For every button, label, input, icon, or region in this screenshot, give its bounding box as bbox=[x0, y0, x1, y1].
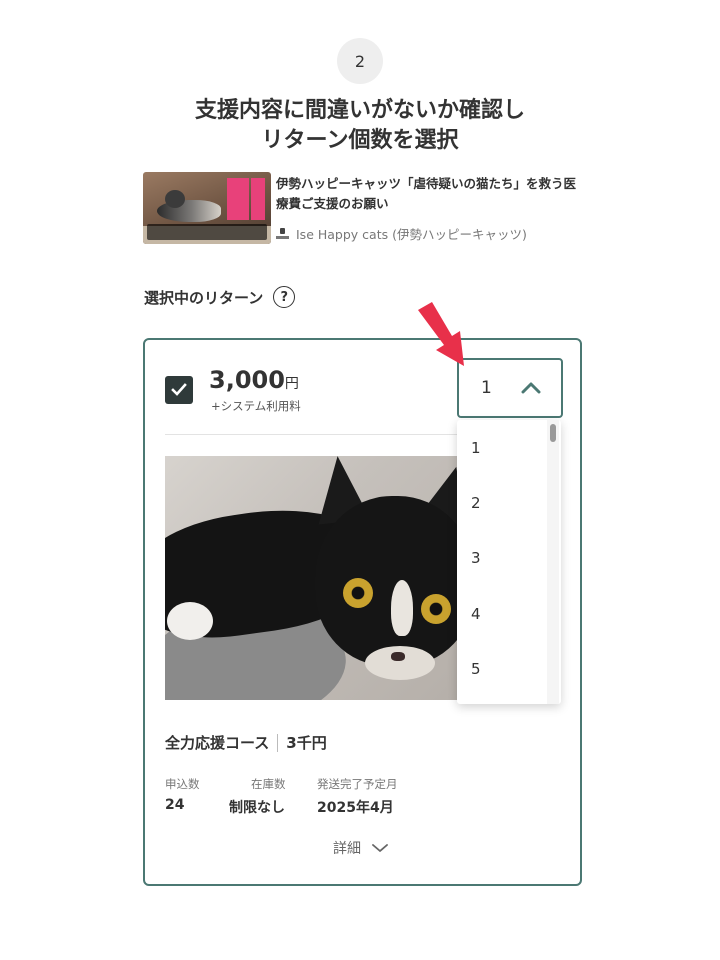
delivery-label: 発送完了予定月 bbox=[317, 777, 398, 791]
chevron-down-icon bbox=[372, 844, 388, 853]
dropdown-scroll-thumb[interactable] bbox=[550, 424, 556, 442]
quantity-option-4[interactable]: 4 bbox=[457, 586, 561, 641]
quantity-selected-value: 1 bbox=[481, 378, 492, 398]
owner-icon bbox=[276, 227, 290, 240]
photo-cat-head bbox=[315, 496, 465, 666]
photo-cat-eye bbox=[421, 594, 451, 624]
stock-value: 制限なし bbox=[229, 800, 285, 816]
title-separator bbox=[277, 733, 279, 752]
photo-cat-paw bbox=[167, 602, 213, 640]
course-title-text: 全力応援コース bbox=[165, 734, 270, 752]
reward-price: 3,000円 bbox=[209, 366, 299, 394]
project-title[interactable]: 伊勢ハッピーキャッツ「虐待疑いの猫たち」を救う医療費ご支援のお願い bbox=[276, 174, 586, 214]
details-toggle[interactable]: 詳細 bbox=[333, 838, 389, 858]
project-owner-name: Ise Happy cats (伊勢ハッピーキャッツ) bbox=[296, 227, 527, 242]
delivery-value: 2025年4月 bbox=[317, 800, 394, 816]
project-owner: Ise Happy cats (伊勢ハッピーキャッツ) bbox=[276, 224, 527, 243]
step-indicator: 2 bbox=[337, 38, 383, 84]
reward-price-currency: 円 bbox=[284, 376, 299, 392]
page-title: 支援内容に間違いがないか確認し リターン個数を選択 bbox=[0, 96, 720, 156]
details-label: 詳細 bbox=[333, 841, 361, 857]
step-number: 2 bbox=[354, 51, 366, 71]
quantity-select[interactable]: 1 bbox=[457, 358, 563, 418]
pointer-arrow-icon bbox=[418, 302, 464, 366]
stock-label: 在庫数 bbox=[251, 777, 286, 791]
quantity-option-3[interactable]: 3 bbox=[457, 531, 561, 586]
quantity-option-1[interactable]: 1 bbox=[457, 420, 561, 475]
thumbnail-banner bbox=[227, 178, 249, 220]
quantity-dropdown-menu[interactable]: 1 2 3 4 5 bbox=[457, 420, 561, 704]
selected-return-label: 選択中のリターン bbox=[144, 288, 264, 307]
checkmark-icon bbox=[171, 383, 187, 396]
reward-photo bbox=[165, 456, 465, 700]
selected-return-heading: 選択中のリターン ? bbox=[144, 286, 296, 308]
system-fee-note: +システム利用料 bbox=[211, 399, 301, 413]
thumbnail-caption bbox=[147, 224, 267, 240]
photo-cat-nose bbox=[391, 652, 405, 661]
dropdown-scrollbar[interactable] bbox=[547, 420, 559, 704]
thumbnail-cat-head bbox=[165, 190, 185, 208]
quantity-option-2[interactable]: 2 bbox=[457, 475, 561, 530]
applications-label: 申込数 bbox=[165, 777, 200, 791]
question-circle-icon[interactable]: ? bbox=[273, 286, 296, 308]
photo-cat-blaze bbox=[391, 580, 413, 636]
page-title-line2: リターン個数を選択 bbox=[261, 128, 459, 153]
applications-value: 24 bbox=[165, 797, 185, 813]
page-title-line1: 支援内容に間違いがないか確認し bbox=[194, 98, 525, 123]
course-title: 全力応援コース 3千円 bbox=[165, 732, 327, 753]
reward-price-amount: 3,000 bbox=[209, 366, 285, 394]
chevron-up-icon bbox=[521, 382, 541, 394]
quantity-option-5[interactable]: 5 bbox=[457, 642, 561, 697]
project-thumbnail bbox=[143, 172, 271, 244]
thumbnail-banner bbox=[251, 178, 265, 220]
project-summary[interactable]: 伊勢ハッピーキャッツ「虐待疑いの猫たち」を救う医療費ご支援のお願い Ise Ha… bbox=[143, 172, 583, 244]
reward-checkbox[interactable] bbox=[165, 376, 193, 404]
course-price: 3千円 bbox=[286, 734, 327, 752]
photo-cat-eye bbox=[343, 578, 373, 608]
